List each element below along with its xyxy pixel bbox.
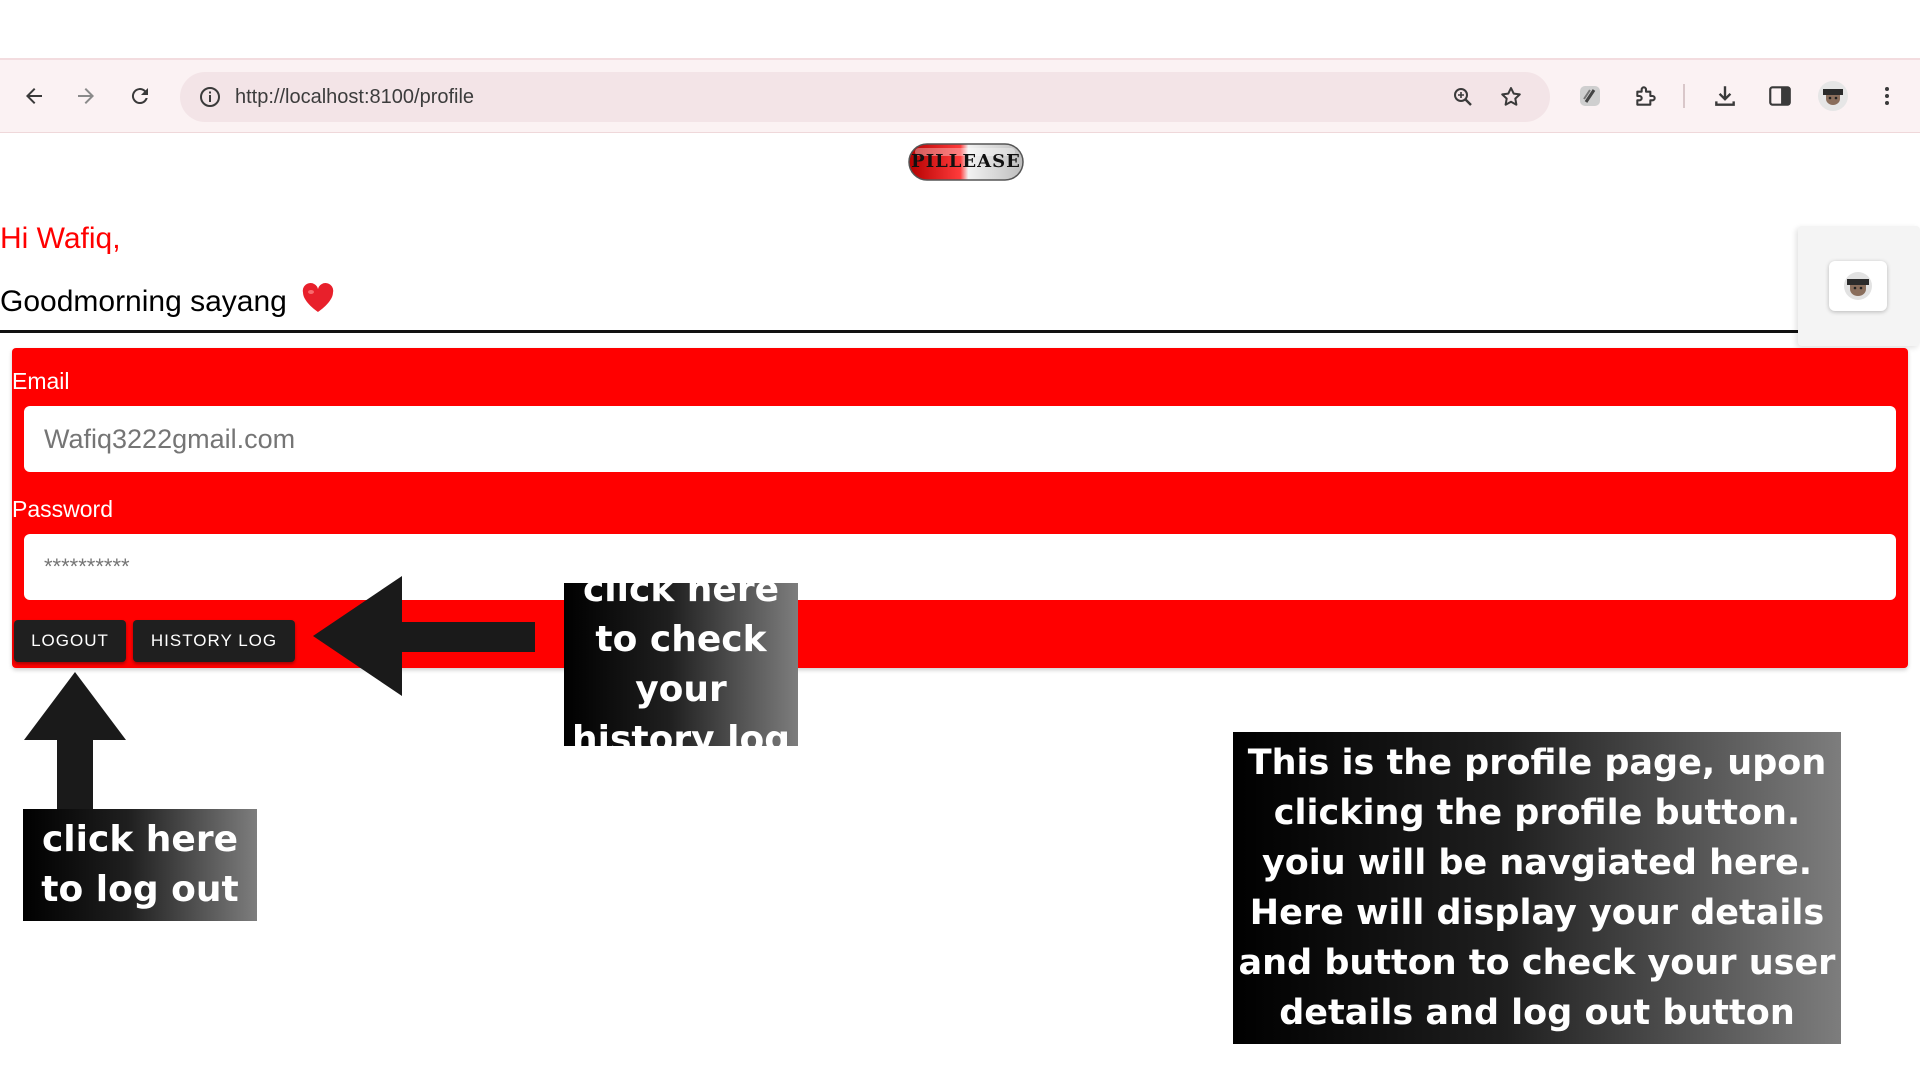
toolbar-separator	[1683, 84, 1685, 108]
avatar[interactable]	[1829, 261, 1887, 311]
address-bar[interactable]: http://localhost:8100/profile	[180, 72, 1550, 122]
browser-toolbar: http://localhost:8100/profile	[0, 58, 1920, 133]
site-info-icon[interactable]	[192, 79, 228, 115]
download-icon[interactable]	[1703, 74, 1747, 118]
heart-icon	[301, 283, 335, 321]
forward-arrow-icon[interactable]	[64, 74, 108, 118]
email-label: Email	[12, 368, 70, 394]
puzzle-extensions-icon[interactable]	[1624, 74, 1668, 118]
password-label: Password	[12, 496, 113, 522]
floating-profile-card[interactable]	[1798, 226, 1920, 346]
logout-callout: click here to log out	[23, 809, 257, 921]
history-log-callout: click here to check your history log	[564, 569, 798, 760]
left-arrow-annotation	[313, 576, 535, 696]
greeting-name: Hi Wafiq,	[0, 222, 121, 255]
url-text[interactable]: http://localhost:8100/profile	[235, 86, 474, 109]
greeting-message: Goodmorning sayang	[0, 283, 335, 321]
profile-avatar-icon[interactable]	[1811, 74, 1855, 118]
logo-text: PILLEASE	[911, 151, 1021, 172]
history-log-button[interactable]: HISTORY LOG	[133, 620, 295, 662]
header-divider	[0, 330, 1800, 333]
pillease-logo: PILLEASE	[907, 142, 1025, 182]
up-arrow-annotation	[24, 672, 126, 812]
greeting-text: Goodmorning sayang	[0, 285, 287, 318]
logout-button[interactable]: LOGOUT	[14, 620, 126, 662]
side-panel-icon[interactable]	[1758, 74, 1802, 118]
zoom-icon[interactable]	[1446, 80, 1480, 114]
bookmark-star-icon[interactable]	[1494, 80, 1528, 114]
profile-form-panel: Email Password LOGOUT HISTORY LOG	[12, 348, 1908, 668]
password-field[interactable]	[24, 534, 1896, 600]
description-callout: This is the profile page, upon clicking …	[1233, 732, 1841, 1044]
extension-icon[interactable]	[1568, 74, 1612, 118]
back-arrow-icon[interactable]	[12, 74, 56, 118]
more-menu-icon[interactable]	[1865, 74, 1909, 118]
reload-icon[interactable]	[118, 74, 162, 118]
email-field[interactable]	[24, 406, 1896, 472]
